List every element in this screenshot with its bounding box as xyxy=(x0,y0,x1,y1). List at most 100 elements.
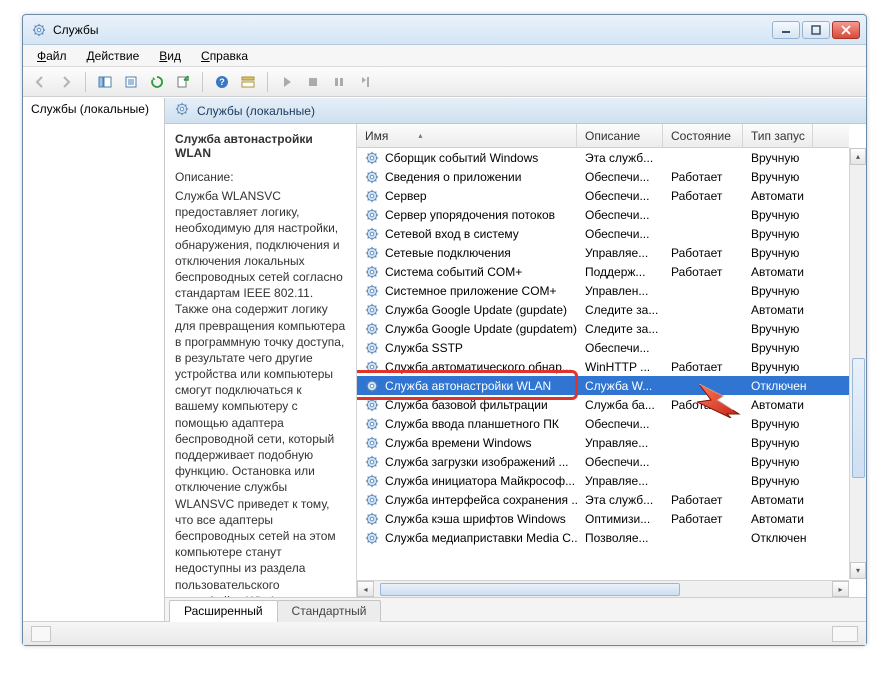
service-row[interactable]: Сетевой вход в системуОбеспечи...Вручную xyxy=(357,224,849,243)
service-description: Обеспечи... xyxy=(577,189,663,203)
gear-icon xyxy=(365,417,379,431)
service-startup: Отключен xyxy=(743,379,813,393)
service-row[interactable]: Служба инициатора Майкрософ...Управляе..… xyxy=(357,471,849,490)
tab-standard[interactable]: Стандартный xyxy=(277,600,382,622)
service-row[interactable]: Служба времени WindowsУправляе...Вручную xyxy=(357,433,849,452)
service-state: Работает xyxy=(663,512,743,526)
tree-pane[interactable]: Службы (локальные) xyxy=(23,98,165,621)
service-row[interactable]: Служба кэша шрифтов WindowsОптимизи...Ра… xyxy=(357,509,849,528)
show-hide-tree-button[interactable] xyxy=(94,71,116,93)
menu-action[interactable]: Действие xyxy=(79,47,148,65)
maximize-button[interactable] xyxy=(802,21,830,39)
restart-service-button[interactable] xyxy=(354,71,376,93)
start-service-button[interactable] xyxy=(276,71,298,93)
nav-back-button[interactable] xyxy=(29,71,51,93)
service-name: Сервер xyxy=(385,189,427,203)
gear-icon xyxy=(365,379,379,393)
gear-icon xyxy=(365,474,379,488)
service-row[interactable]: Сетевые подключенияУправляе...РаботаетВр… xyxy=(357,243,849,262)
titlebar[interactable]: Службы xyxy=(23,15,866,45)
scroll-right-button[interactable]: ▸ xyxy=(832,581,849,597)
main-area: Службы (локальные) Службы (локальные) Сл… xyxy=(23,97,866,621)
tab-extended[interactable]: Расширенный xyxy=(169,600,278,622)
service-row[interactable]: Служба ввода планшетного ПКОбеспечи...Вр… xyxy=(357,414,849,433)
service-startup: Вручную xyxy=(743,284,813,298)
service-row[interactable]: Система событий COM+Поддерж...РаботаетАв… xyxy=(357,262,849,281)
service-description: Служба W... xyxy=(577,379,663,393)
service-description: Управлен... xyxy=(577,284,663,298)
service-row[interactable]: Служба медиаприставки Media C...Позволяе… xyxy=(357,528,849,547)
service-description: Служба ба... xyxy=(577,398,663,412)
col-description[interactable]: Описание xyxy=(577,124,663,147)
menubar: Файл Действие Вид Справка xyxy=(23,45,866,67)
service-description: Позволяе... xyxy=(577,531,663,545)
service-state: Работает xyxy=(663,398,743,412)
view-tabs: Расширенный Стандартный xyxy=(165,597,866,621)
stop-service-button[interactable] xyxy=(302,71,324,93)
service-row[interactable]: Служба загрузки изображений ...Обеспечи.… xyxy=(357,452,849,471)
svg-text:?: ? xyxy=(219,77,225,87)
service-description: Оптимизи... xyxy=(577,512,663,526)
service-name: Служба базовой фильтрации xyxy=(385,398,548,412)
service-name: Система событий COM+ xyxy=(385,265,522,279)
gear-icon xyxy=(365,398,379,412)
service-row[interactable]: Сборщик событий WindowsЭта служб...Вручн… xyxy=(357,148,849,167)
gear-icon xyxy=(365,151,379,165)
service-name: Служба интерфейса сохранения ... xyxy=(385,493,577,507)
tree-node-services-local[interactable]: Службы (локальные) xyxy=(23,98,164,120)
service-row[interactable]: Служба интерфейса сохранения ...Эта служ… xyxy=(357,490,849,509)
service-startup: Вручную xyxy=(743,151,813,165)
service-state: Работает xyxy=(663,360,743,374)
services-rows[interactable]: Сборщик событий WindowsЭта служб...Вручн… xyxy=(357,148,849,580)
statusbar xyxy=(23,621,866,645)
scroll-up-button[interactable]: ▴ xyxy=(850,148,866,165)
service-startup: Автомати xyxy=(743,189,813,203)
help-button[interactable]: ? xyxy=(211,71,233,93)
service-name: Сетевые подключения xyxy=(385,246,511,260)
pane-header: Службы (локальные) xyxy=(165,98,866,124)
service-row[interactable]: Служба автоматического обнар...WinHTTP .… xyxy=(357,357,849,376)
service-row[interactable]: Сервер упорядочения потоковОбеспечи...Вр… xyxy=(357,205,849,224)
service-name: Служба Google Update (gupdatem) xyxy=(385,322,577,336)
nav-forward-button[interactable] xyxy=(55,71,77,93)
scroll-thumb[interactable] xyxy=(852,358,865,478)
service-name: Служба загрузки изображений ... xyxy=(385,455,569,469)
horizontal-scrollbar[interactable]: ◂ ▸ xyxy=(357,580,849,597)
service-description: Следите за... xyxy=(577,303,663,317)
service-row[interactable]: Служба Google Update (gupdate)Следите за… xyxy=(357,300,849,319)
close-button[interactable] xyxy=(832,21,860,39)
properties-button[interactable] xyxy=(120,71,142,93)
service-row[interactable]: Сведения о приложенииОбеспечи...Работает… xyxy=(357,167,849,186)
service-row[interactable]: СерверОбеспечи...РаботаетАвтомати xyxy=(357,186,849,205)
col-startup[interactable]: Тип запус xyxy=(743,124,813,147)
service-startup: Вручную xyxy=(743,227,813,241)
scroll-down-button[interactable]: ▾ xyxy=(850,562,866,579)
hscroll-thumb[interactable] xyxy=(380,583,680,596)
gear-icon xyxy=(175,102,189,119)
service-row[interactable]: Служба базовой фильтрации Служба ба...Раб… xyxy=(357,395,849,414)
menu-help[interactable]: Справка xyxy=(193,47,256,65)
service-row[interactable]: Служба Google Update (gupdatem)Следите з… xyxy=(357,319,849,338)
service-description: Обеспечи... xyxy=(577,341,663,355)
service-description: Управляе... xyxy=(577,436,663,450)
gear-icon xyxy=(365,512,379,526)
col-state[interactable]: Состояние xyxy=(663,124,743,147)
vertical-scrollbar[interactable]: ▴ ▾ xyxy=(849,148,866,579)
menu-file[interactable]: Файл xyxy=(29,47,75,65)
refresh-button[interactable] xyxy=(146,71,168,93)
gear-icon xyxy=(365,341,379,355)
scroll-left-button[interactable]: ◂ xyxy=(357,581,374,597)
app-gear-icon xyxy=(31,22,47,38)
toolbar-sep xyxy=(202,72,203,92)
service-row[interactable]: Служба SSTPОбеспечи...Вручную xyxy=(357,338,849,357)
service-state: Работает xyxy=(663,493,743,507)
filter-button[interactable] xyxy=(237,71,259,93)
service-description: Поддерж... xyxy=(577,265,663,279)
service-row[interactable]: Системное приложение COM+Управлен...Вруч… xyxy=(357,281,849,300)
menu-view[interactable]: Вид xyxy=(151,47,189,65)
col-name[interactable]: Имя xyxy=(357,124,577,147)
minimize-button[interactable] xyxy=(772,21,800,39)
pause-service-button[interactable] xyxy=(328,71,350,93)
service-row[interactable]: Служба автонастройки WLANСлужба W...Откл… xyxy=(357,376,849,395)
export-button[interactable] xyxy=(172,71,194,93)
